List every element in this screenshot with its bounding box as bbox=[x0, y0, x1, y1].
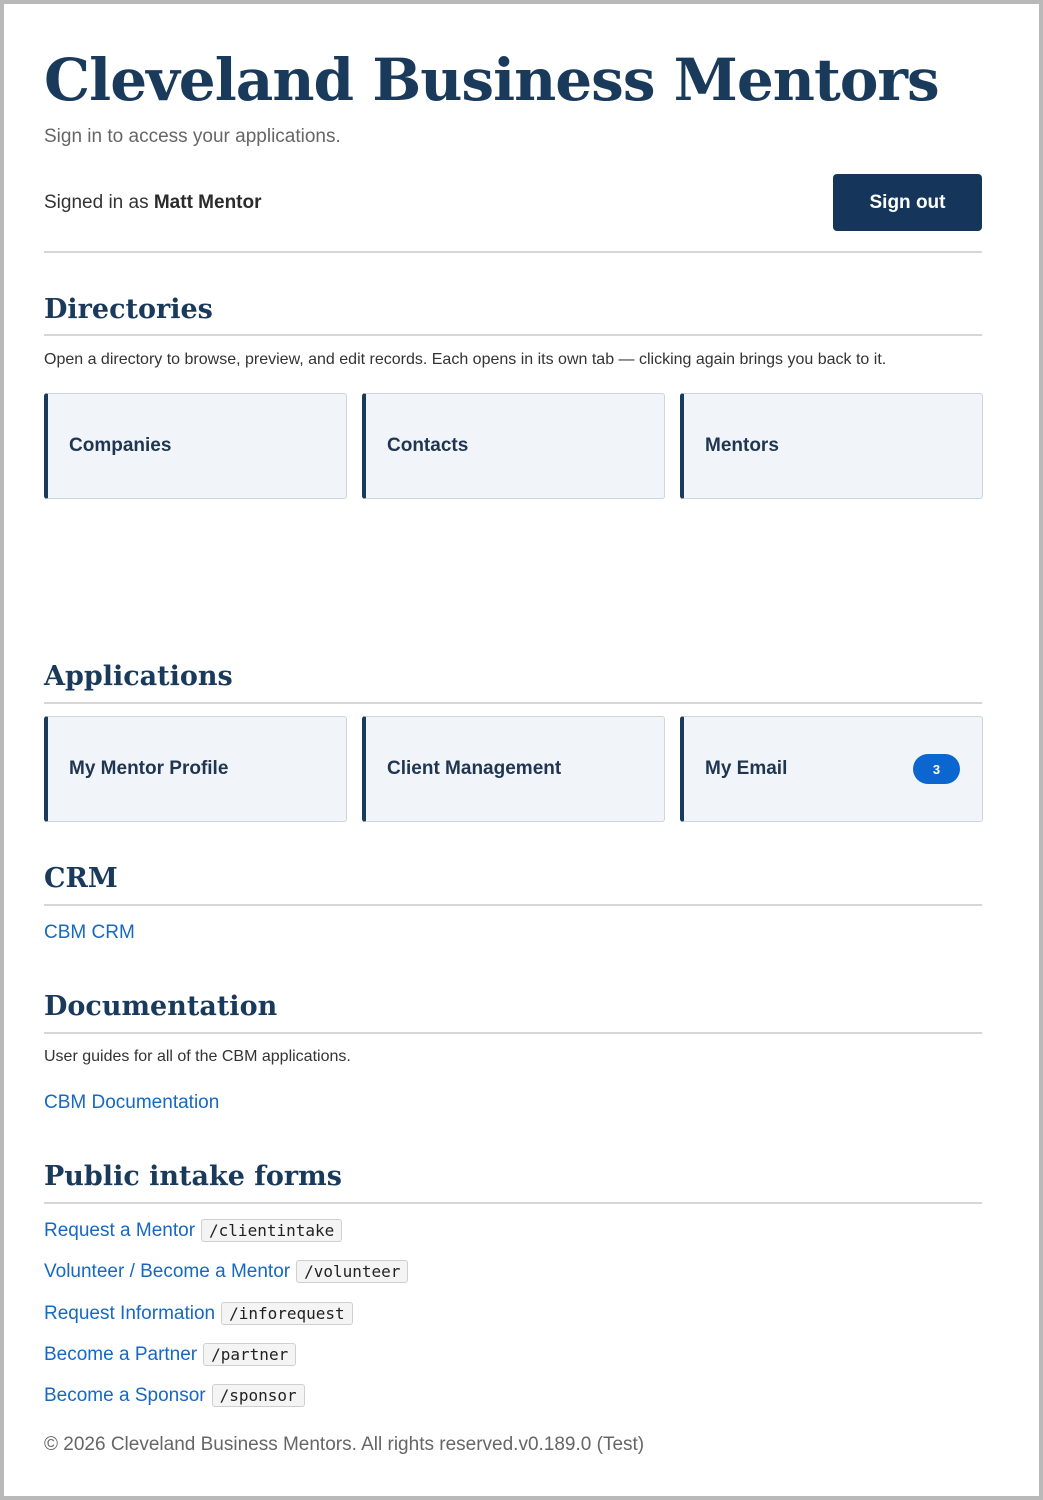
list-item: Become a Sponsor /sponsor bbox=[44, 1384, 305, 1407]
volunteer-link[interactable]: Volunteer / Become a Mentor bbox=[44, 1261, 290, 1283]
public-forms-title: Public intake forms bbox=[44, 1161, 342, 1192]
form-path: /volunteer bbox=[296, 1260, 409, 1283]
unread-count-badge: 3 bbox=[913, 754, 960, 784]
footer-copyright: © 2026 Cleveland Business Mentors. All r… bbox=[44, 1434, 645, 1455]
page-frame: Cleveland Business Mentors Sign in to ac… bbox=[0, 0, 1043, 1500]
card-label: Mentors bbox=[705, 435, 779, 456]
request-a-mentor-link[interactable]: Request a Mentor bbox=[44, 1220, 195, 1242]
sign-out-button[interactable]: Sign out bbox=[833, 174, 982, 231]
card-client-management[interactable]: Client Management bbox=[362, 716, 665, 822]
list-item: Become a Partner /partner bbox=[44, 1343, 297, 1366]
directories-title: Directories bbox=[44, 294, 213, 325]
card-label: Contacts bbox=[387, 435, 469, 456]
user-name: Matt Mentor bbox=[153, 192, 262, 213]
request-information-link[interactable]: Request Information bbox=[44, 1303, 215, 1325]
header-divider bbox=[44, 251, 982, 253]
list-item: Request a Mentor /clientintake bbox=[44, 1219, 343, 1242]
directories-divider bbox=[44, 334, 982, 336]
card-my-mentor-profile[interactable]: My Mentor Profile bbox=[44, 716, 347, 822]
documentation-title: Documentation bbox=[44, 991, 278, 1022]
become-a-partner-link[interactable]: Become a Partner bbox=[44, 1344, 197, 1366]
applications-title: Applications bbox=[44, 661, 233, 692]
form-path: /clientintake bbox=[201, 1219, 343, 1242]
card-mentors[interactable]: Mentors bbox=[680, 393, 983, 499]
cbm-documentation-link[interactable]: CBM Documentation bbox=[44, 1092, 219, 1114]
card-my-email[interactable]: My Email 3 bbox=[680, 716, 983, 822]
crm-title: CRM bbox=[44, 863, 118, 894]
list-item: Request Information /inforequest bbox=[44, 1302, 353, 1325]
card-label: Companies bbox=[69, 435, 172, 456]
site-title: Cleveland Business Mentors bbox=[44, 46, 940, 114]
card-label: My Email bbox=[705, 758, 788, 779]
applications-divider bbox=[44, 702, 982, 704]
signed-in-status: Signed in as Matt Mentor bbox=[44, 192, 262, 214]
card-contacts[interactable]: Contacts bbox=[362, 393, 665, 499]
become-a-sponsor-link[interactable]: Become a Sponsor bbox=[44, 1385, 206, 1407]
crm-divider bbox=[44, 904, 982, 906]
card-companies[interactable]: Companies bbox=[44, 393, 347, 499]
directory-cards: Companies Contacts Mentors bbox=[44, 393, 983, 499]
cbm-crm-link[interactable]: CBM CRM bbox=[44, 922, 135, 944]
form-path: /sponsor bbox=[211, 1384, 305, 1407]
list-item: Volunteer / Become a Mentor /volunteer bbox=[44, 1260, 409, 1283]
card-label: Client Management bbox=[387, 758, 562, 779]
public-forms-divider bbox=[44, 1202, 982, 1204]
application-cards: My Mentor Profile Client Management My E… bbox=[44, 716, 983, 822]
form-path: /inforequest bbox=[221, 1302, 353, 1325]
page-subtitle: Sign in to access your applications. bbox=[44, 126, 341, 147]
form-path: /partner bbox=[203, 1343, 297, 1366]
documentation-divider bbox=[44, 1032, 982, 1034]
documentation-description: User guides for all of the CBM applicati… bbox=[44, 1048, 351, 1065]
directories-description: Open a directory to browse, preview, and… bbox=[44, 351, 887, 368]
signed-in-prefix: Signed in as bbox=[44, 192, 154, 213]
card-label: My Mentor Profile bbox=[69, 758, 229, 779]
